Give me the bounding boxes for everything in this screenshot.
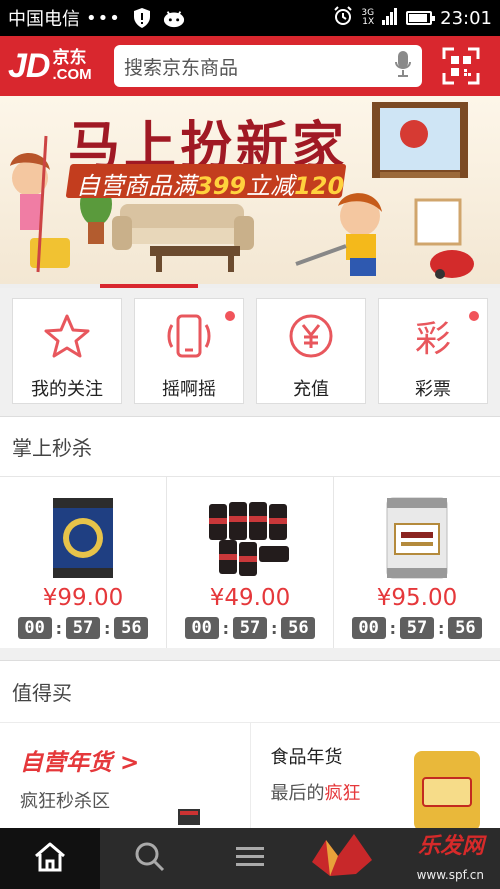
countdown-timer: 00: 57: 56 [351, 617, 483, 639]
product-thumb [178, 809, 200, 825]
product-image-beer-keg-blue [38, 493, 128, 581]
seckill-title[interactable]: 掌上秒杀 [0, 416, 500, 476]
tab-home[interactable] [0, 828, 100, 889]
worth-buying-section: 值得买 自营年货 > 疯狂秒杀区 食品年货 最后的疯狂 [0, 660, 500, 831]
quick-entry-label: 彩票 [415, 379, 451, 400]
promo-prefix: 自营商品满 [76, 172, 196, 200]
tab-search[interactable] [100, 828, 200, 889]
quick-entry-follow[interactable]: 我的关注 [12, 298, 122, 404]
watermark-text: 乐发网 [417, 834, 484, 859]
timer-seconds: 56 [281, 617, 316, 639]
timer-seconds: 56 [114, 617, 149, 639]
timer-seconds: 56 [448, 617, 483, 639]
seckill-item[interactable]: ¥49.00 00: 57: 56 [167, 477, 334, 648]
promo-amount: 399 [196, 172, 247, 200]
product-image-beer-cans-black [205, 493, 295, 581]
quick-entry-label: 摇啊摇 [162, 379, 216, 400]
price: ¥99.00 [42, 585, 124, 611]
android-icon [163, 7, 185, 29]
promo-mid: 立减 [246, 172, 295, 200]
seckill-item[interactable]: ¥99.00 00: 57: 56 [0, 477, 167, 648]
menu-icon [235, 844, 265, 874]
qr-scan-icon[interactable] [438, 43, 484, 89]
subtitle-highlight: 疯狂 [324, 783, 361, 804]
carrier-name: 中国电信 [8, 9, 80, 30]
timer-hours: 00 [17, 617, 52, 639]
watermark-url: www.spf.cn [416, 868, 484, 882]
status-bar: 中国电信 ••• 3G 1X 23:01 [0, 0, 500, 36]
subtitle-prefix: 最后的 [270, 783, 325, 804]
logo-jd: JD [8, 46, 50, 85]
promo-text: 自营商品满399立减120 [76, 166, 344, 201]
timer-minutes: 57 [66, 617, 100, 639]
microphone-icon[interactable] [394, 50, 412, 82]
quick-entry-label: 充值 [293, 379, 329, 400]
promo-discount: 120 [294, 172, 345, 200]
signal-icon [382, 6, 398, 31]
shield-icon [131, 7, 153, 29]
search-icon [134, 841, 166, 877]
logo-cn: 京东 [52, 48, 87, 67]
quick-entry-label: 我的关注 [31, 379, 103, 400]
network-indicator: 3G 1X [361, 9, 374, 27]
shake-phone-icon [164, 313, 214, 359]
star-icon [44, 313, 90, 359]
home-icon [33, 841, 67, 877]
jd-logo[interactable]: JD 京东 .COM [8, 44, 108, 88]
quick-entry-lottery[interactable]: 彩 彩票 [378, 298, 488, 404]
badge-dot [225, 311, 235, 321]
card-subtitle: 疯狂秒杀区 [20, 791, 110, 812]
food-newyear-card[interactable]: 食品年货 最后的疯狂 [249, 723, 500, 831]
badge-dot [469, 311, 479, 321]
network-1x: 1X [362, 17, 375, 27]
tab-category[interactable] [200, 828, 300, 889]
quick-entry-recharge[interactable]: 充值 [256, 298, 366, 404]
site-watermark: 乐发网 www.spf.cn [308, 818, 488, 888]
clock: 23:01 [440, 7, 492, 29]
logo-com: .COM [52, 66, 92, 83]
timer-minutes: 57 [400, 617, 434, 639]
countdown-timer: 00: 57: 56 [184, 617, 316, 639]
countdown-timer: 00: 57: 56 [17, 617, 149, 639]
self-operated-newyear-card[interactable]: 自营年货 > 疯狂秒杀区 [0, 723, 250, 829]
timer-hours: 00 [184, 617, 219, 639]
lottery-icon: 彩 [414, 319, 451, 360]
worth-buying-title[interactable]: 值得买 [0, 661, 500, 723]
price: ¥49.00 [209, 585, 291, 611]
quick-entry-shake[interactable]: 摇啊摇 [134, 298, 244, 404]
timer-minutes: 57 [233, 617, 267, 639]
seckill-list: ¥99.00 00: 57: 56 ¥49.00 00: 57: 56 ¥95.… [0, 476, 500, 648]
search-input[interactable]: 搜索京东商品 [114, 45, 422, 87]
watermark-logo [312, 834, 372, 876]
app-header: JD 京东 .COM 搜索京东商品 [0, 36, 500, 96]
price: ¥95.00 [376, 585, 458, 611]
timer-hours: 00 [351, 617, 386, 639]
battery-icon [406, 11, 436, 25]
yuan-icon [288, 313, 334, 359]
product-image-beer-keg-white [372, 493, 462, 581]
alarm-icon [333, 5, 353, 31]
quick-entry-row: 我的关注 摇啊摇 充值 彩 彩票 [0, 288, 500, 414]
promo-banner[interactable]: 马上扮新家 自营商品满399立减120 [0, 96, 500, 284]
search-placeholder: 搜索京东商品 [124, 56, 239, 79]
notification-dots: ••• [86, 7, 121, 29]
seckill-item[interactable]: ¥95.00 00: 57: 56 [334, 477, 500, 648]
card-title: 自营年货 > [20, 750, 140, 776]
